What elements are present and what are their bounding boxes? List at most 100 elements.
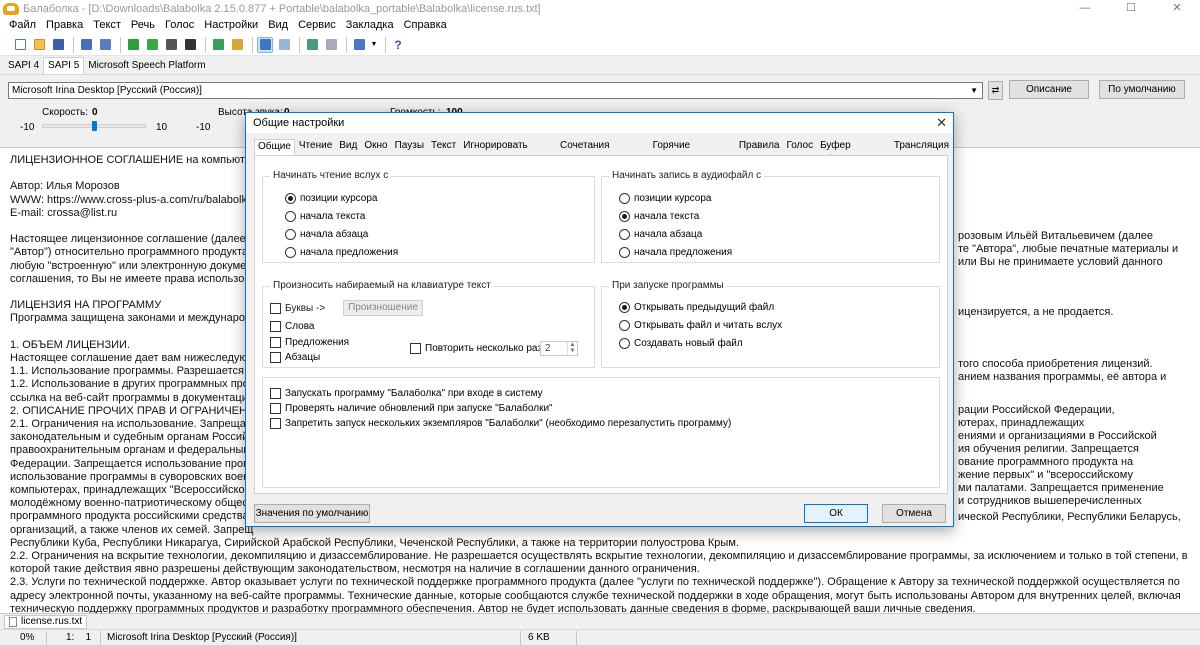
defaults-button[interactable]: Значения по умолчанию xyxy=(254,504,370,523)
text-tool-icon[interactable] xyxy=(304,37,320,53)
single-instance-checkbox[interactable]: Запретить запуск нескольких экземпляров … xyxy=(270,418,731,429)
document-line-fragment: рации Российской Федерации, xyxy=(958,404,1115,416)
record-start-text-radio[interactable]: начала текста xyxy=(619,211,699,222)
speed-slider-thumb[interactable] xyxy=(92,121,97,131)
repeat-count-spinner[interactable]: 2 ▲ ▼ xyxy=(540,341,578,356)
save-icon[interactable] xyxy=(50,37,66,53)
repeat-checkbox[interactable]: Повторить несколько раз: xyxy=(410,343,545,354)
swap-voice-icon[interactable]: ⇄ xyxy=(988,81,1003,100)
sentences-checkbox[interactable]: Предложения xyxy=(270,337,349,348)
cancel-button[interactable]: Отмена xyxy=(882,504,946,523)
tab-license-file[interactable]: license.rus.txt xyxy=(4,615,88,629)
pause-icon[interactable] xyxy=(163,37,179,53)
menu-voice[interactable]: Голос xyxy=(160,17,199,34)
tab-reading[interactable]: Чтение xyxy=(296,139,335,155)
paragraphs-checkbox[interactable]: Абзацы xyxy=(270,352,320,363)
autostart-checkbox[interactable]: Запускать программу "Балаболка" при вход… xyxy=(270,388,543,399)
clipboard-icon[interactable] xyxy=(229,37,245,53)
document-tool-icon[interactable] xyxy=(323,37,339,53)
tab-pauses[interactable]: Паузы xyxy=(392,139,427,155)
open-and-read-radio[interactable]: Открывать файл и читать вслух xyxy=(619,320,782,331)
pronunciation-button[interactable]: Произношение xyxy=(343,300,423,316)
read-start-paragraph-radio[interactable]: начала абзаца xyxy=(285,229,368,240)
tab-rules[interactable]: Правила xyxy=(736,139,783,155)
words-checkbox[interactable]: Слова xyxy=(270,321,315,332)
menu-edit[interactable]: Правка xyxy=(41,17,88,34)
repeat-count-value: 2 xyxy=(545,343,551,354)
settings-dialog: Общие настройки ✕ Общие Чтение Вид Окно … xyxy=(245,112,954,527)
read-start-sentence-radio[interactable]: начала предложения xyxy=(285,247,398,258)
tab-hotkeys[interactable]: Горячие клавиши xyxy=(650,139,735,165)
typing-group: Произносить набираемый на клавиатуре тек… xyxy=(262,280,595,368)
export-batch-icon[interactable] xyxy=(97,37,113,53)
record-start-sentence-radio[interactable]: начала предложения xyxy=(619,247,732,258)
stop-icon[interactable] xyxy=(182,37,198,53)
tab-sapi4[interactable]: SAPI 4 xyxy=(4,58,43,74)
document-line: 1.1. Использование программы. Разрешаетс… xyxy=(10,365,259,378)
document-line: "Автор") относительно программного проду… xyxy=(10,246,248,259)
tab-general[interactable]: Общие xyxy=(254,139,295,155)
read-start-group-title: Начинать чтение вслух с xyxy=(270,170,392,181)
record-start-paragraph-radio[interactable]: начала абзаца xyxy=(619,229,702,240)
document-tabs: license.rus.txt xyxy=(0,613,1200,629)
text-file-icon xyxy=(9,617,17,627)
split-view-icon[interactable] xyxy=(276,37,292,53)
bookmark-icon[interactable] xyxy=(210,37,226,53)
tab-window[interactable]: Окно xyxy=(361,139,390,155)
tab-speech-platform[interactable]: Microsoft Speech Platform xyxy=(84,58,209,74)
tab-ignore-text[interactable]: Игнорировать текст xyxy=(460,139,556,165)
tab-clipboard[interactable]: Буфер обмена xyxy=(817,139,890,165)
document-line: 2.1. Ограничения на использование. Запре… xyxy=(10,418,257,430)
open-previous-file-radio[interactable]: Открывать предыдущий файл xyxy=(619,302,774,313)
maximize-button[interactable]: ☐ xyxy=(1108,0,1154,17)
menu-file[interactable]: Файл xyxy=(4,17,41,34)
status-bar: 0% 1: 1 Microsoft Irina Desktop [Русский… xyxy=(0,629,1200,645)
menu-settings[interactable]: Настройки xyxy=(199,17,263,34)
document-line-fragment: и сотрудников вышеперечисленных xyxy=(958,495,1142,507)
toggle-view-icon[interactable] xyxy=(257,36,273,53)
default-voice-button[interactable]: По умолчанию xyxy=(1099,80,1185,99)
document-line-fragment: ениями и организациями в Российской xyxy=(958,430,1157,442)
settings-icon[interactable] xyxy=(351,37,367,53)
pitch-min: -10 xyxy=(196,122,211,133)
menu-bookmark[interactable]: Закладка xyxy=(341,17,399,34)
dialog-close-button[interactable]: ✕ xyxy=(936,115,947,131)
check-updates-checkbox[interactable]: Проверять наличие обновлений при запуске… xyxy=(270,403,553,414)
menu-tools[interactable]: Сервис xyxy=(293,17,341,34)
minimize-button[interactable]: — xyxy=(1062,0,1108,17)
dropdown-chevron-icon[interactable]: ▼ xyxy=(370,37,378,53)
tab-sapi5[interactable]: SAPI 5 xyxy=(43,57,85,74)
description-button[interactable]: Описание xyxy=(1009,80,1089,99)
export-audio-icon[interactable] xyxy=(78,37,94,53)
create-new-file-radio[interactable]: Создавать новый файл xyxy=(619,338,743,349)
menu-help[interactable]: Справка xyxy=(399,17,452,34)
new-file-icon[interactable] xyxy=(12,37,28,53)
dialog-title: Общие настройки xyxy=(253,117,345,129)
play-icon[interactable] xyxy=(125,37,141,53)
tab-view[interactable]: Вид xyxy=(336,139,360,155)
play-clipboard-icon[interactable] xyxy=(144,37,160,53)
menu-view[interactable]: Вид xyxy=(263,17,293,34)
dialog-title-bar: Общие настройки ✕ xyxy=(246,113,953,133)
tab-shortcuts[interactable]: Сочетания клавиш xyxy=(557,139,649,165)
tab-text[interactable]: Текст xyxy=(428,139,459,155)
close-window-button[interactable]: ✕ xyxy=(1154,0,1200,17)
read-start-text-radio[interactable]: начала текста xyxy=(285,211,365,222)
document-line-fragment: ование программного продукта на xyxy=(958,456,1134,468)
spinner-arrows-icon[interactable]: ▲ ▼ xyxy=(567,342,577,355)
ok-button[interactable]: ОК xyxy=(804,504,868,523)
document-line: соглашения, то Вы не имеете права исполь… xyxy=(10,272,257,285)
open-folder-icon[interactable] xyxy=(31,37,47,53)
tab-broadcast[interactable]: Трансляция xyxy=(891,139,952,155)
read-start-cursor-radio[interactable]: позиции курсора xyxy=(285,193,377,204)
help-icon[interactable]: ? xyxy=(390,37,406,53)
menu-speech[interactable]: Речь xyxy=(126,17,160,34)
record-start-cursor-radio[interactable]: позиции курсора xyxy=(619,193,711,204)
voice-select[interactable]: Microsoft Irina Desktop [Русский (Россия… xyxy=(8,82,983,99)
menu-text[interactable]: Текст xyxy=(88,17,126,34)
document-line-fragment: жение первых" и "всероссийскому xyxy=(958,469,1133,481)
status-voice: Microsoft Irina Desktop [Русский (Россия… xyxy=(107,632,297,643)
document-line: правоохранительным органам и федеральным… xyxy=(10,444,260,457)
tab-voice[interactable]: Голос xyxy=(783,139,816,155)
letters-checkbox[interactable]: Буквы -> xyxy=(270,303,325,314)
